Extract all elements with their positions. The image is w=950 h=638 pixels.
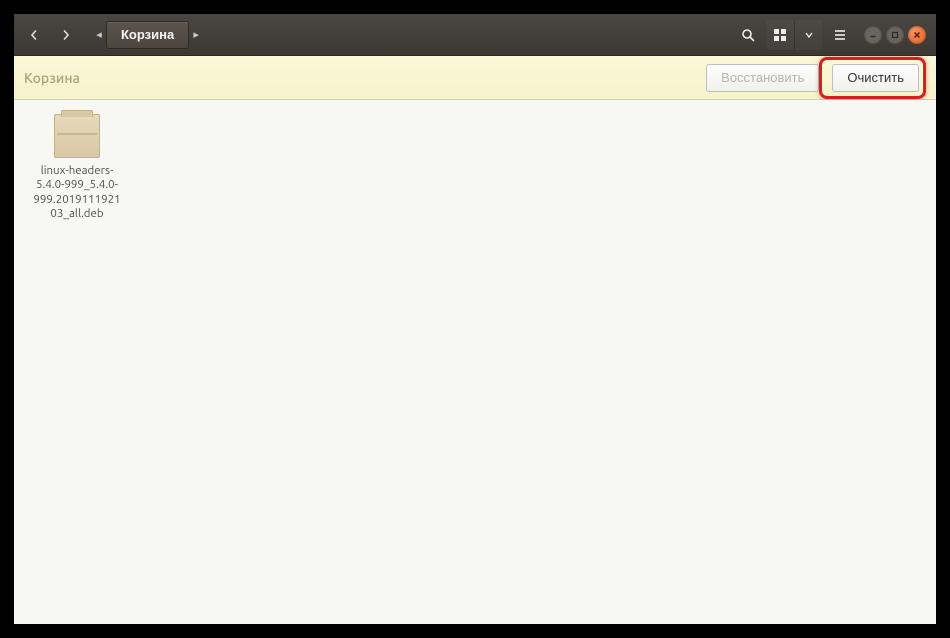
file-item[interactable]: linux-headers-5.4.0-999_5.4.0-999.201911… [32, 114, 122, 222]
file-manager-window: ◂ Корзина ▸ [14, 14, 936, 624]
minimize-button[interactable] [864, 26, 882, 44]
window-controls [864, 26, 926, 44]
titlebar-spacer [203, 14, 730, 55]
search-button[interactable] [734, 20, 762, 50]
nav-group [14, 14, 86, 55]
triangle-left-icon: ◂ [92, 28, 106, 41]
chevron-left-icon [29, 30, 39, 40]
view-options-button[interactable] [794, 20, 822, 50]
forward-button[interactable] [51, 20, 81, 50]
actionbar-title: Корзина [24, 70, 80, 86]
back-button[interactable] [19, 20, 49, 50]
chevron-right-icon [61, 30, 71, 40]
chevron-down-icon [805, 31, 813, 39]
maximize-icon [891, 31, 899, 39]
view-mode-button[interactable] [766, 20, 794, 50]
file-label: linux-headers-5.4.0-999_5.4.0-999.201911… [32, 164, 122, 222]
restore-button[interactable]: Восстановить [706, 64, 819, 92]
view-controls-group [766, 20, 822, 50]
titlebar: ◂ Корзина ▸ [14, 14, 936, 56]
hamburger-menu-button[interactable] [826, 20, 854, 50]
triangle-right-icon: ▸ [189, 28, 203, 41]
package-icon [54, 114, 100, 158]
minimize-icon [869, 31, 877, 39]
breadcrumb: ◂ Корзина ▸ [92, 14, 203, 55]
maximize-button[interactable] [886, 26, 904, 44]
close-button[interactable] [908, 26, 926, 44]
close-icon [913, 31, 921, 39]
trash-actionbar: Корзина Восстановить Очистить [14, 56, 936, 100]
search-icon [741, 28, 755, 42]
titlebar-right [730, 14, 936, 55]
hamburger-icon [833, 28, 847, 42]
path-segment-trash[interactable]: Корзина [106, 21, 189, 49]
highlight-ring: Очистить [819, 57, 926, 99]
file-grid[interactable]: linux-headers-5.4.0-999_5.4.0-999.201911… [14, 100, 936, 624]
grid-view-icon [773, 28, 787, 42]
empty-trash-button[interactable]: Очистить [832, 64, 919, 92]
